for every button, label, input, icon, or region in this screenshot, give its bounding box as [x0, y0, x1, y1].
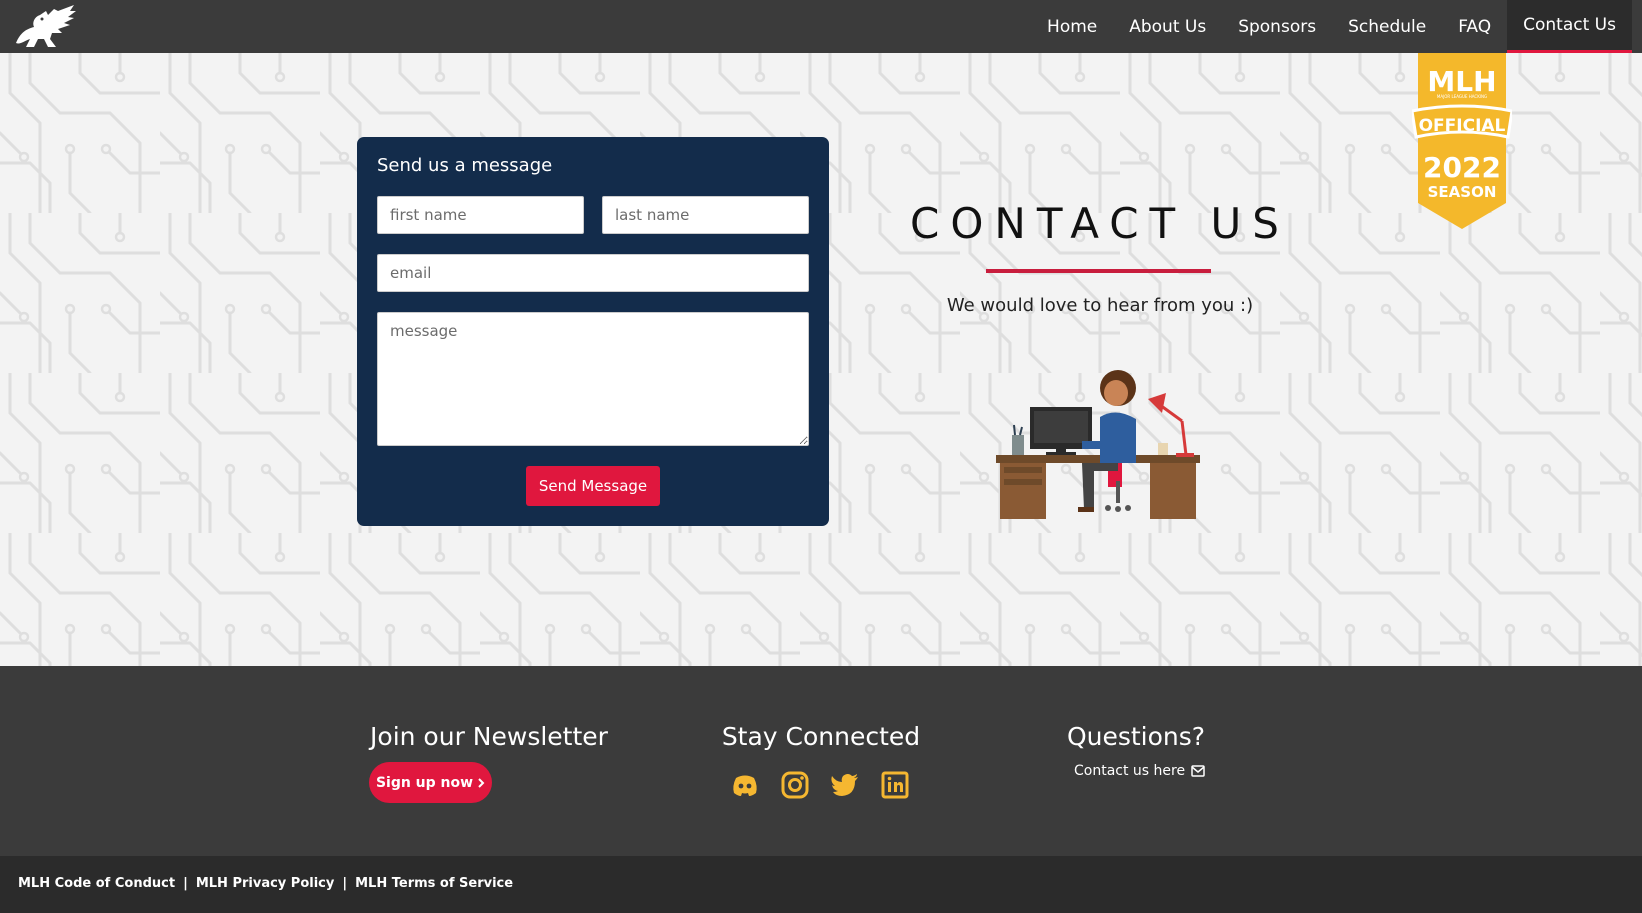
message-textarea[interactable] — [377, 312, 809, 446]
envelope-icon — [1191, 765, 1205, 777]
badge-tagline: MAJOR LEAGUE HACKING — [1437, 94, 1487, 99]
nav-sponsors[interactable]: Sponsors — [1222, 0, 1332, 53]
badge-season: SEASON — [1428, 183, 1497, 201]
badge-ribbon: OFFICIAL — [1419, 116, 1506, 136]
instagram-icon[interactable] — [780, 770, 810, 800]
nav-home[interactable]: Home — [1031, 0, 1113, 53]
message-form: Send us a message Send Message — [357, 137, 829, 526]
terms-of-service-link[interactable]: MLH Terms of Service — [355, 876, 513, 891]
top-navbar: Home About Us Sponsors Schedule FAQ Cont… — [0, 0, 1642, 53]
send-message-button[interactable]: Send Message — [526, 466, 660, 506]
badge-year: 2022 — [1423, 151, 1501, 184]
person-at-desk-illustration — [996, 370, 1200, 519]
page-title: CONTACT US — [910, 199, 1290, 248]
last-name-input[interactable] — [602, 196, 809, 234]
stay-connected-column: Stay Connected — [700, 722, 942, 751]
social-links — [730, 770, 910, 800]
contact-section: Send us a message Send Message CONTACT U… — [0, 53, 1642, 666]
email-input[interactable] — [377, 254, 809, 292]
questions-column: Questions? — [1046, 722, 1226, 751]
legal-separator: | — [342, 876, 348, 891]
griffin-logo-icon[interactable] — [12, 3, 76, 49]
mlh-official-badge[interactable]: MLH MAJOR LEAGUE HACKING OFFICIAL 2022 S… — [1412, 53, 1512, 229]
nav-schedule[interactable]: Schedule — [1332, 0, 1442, 53]
questions-heading: Questions? — [1066, 722, 1206, 751]
newsletter-column: Join our Newsletter — [369, 722, 609, 751]
sign-up-button[interactable]: Sign up now — [369, 762, 492, 803]
twitter-icon[interactable] — [830, 770, 860, 800]
discord-icon[interactable] — [730, 770, 760, 800]
chevron-right-icon — [478, 777, 485, 788]
title-underline — [986, 269, 1211, 273]
stay-connected-heading: Stay Connected — [721, 722, 921, 751]
nav-faq[interactable]: FAQ — [1442, 0, 1507, 53]
first-name-input[interactable] — [377, 196, 584, 234]
code-of-conduct-link[interactable]: MLH Code of Conduct — [18, 876, 175, 891]
contact-us-here-link[interactable]: Contact us here — [1074, 763, 1205, 779]
privacy-policy-link[interactable]: MLH Privacy Policy — [196, 876, 335, 891]
legal-separator: | — [183, 876, 188, 891]
legal-bar: MLH Code of Conduct | MLH Privacy Policy… — [0, 856, 1642, 913]
contact-us-here-label: Contact us here — [1074, 763, 1186, 779]
nav-about-us[interactable]: About Us — [1113, 0, 1222, 53]
linkedin-icon[interactable] — [880, 770, 910, 800]
form-title: Send us a message — [377, 155, 553, 176]
page-subtitle: We would love to hear from you :) — [946, 295, 1254, 316]
footer: Join our Newsletter Sign up now Stay Con… — [0, 666, 1642, 856]
nav-contact-us[interactable]: Contact Us — [1507, 0, 1632, 53]
newsletter-heading: Join our Newsletter — [370, 722, 608, 751]
sign-up-label: Sign up now — [375, 774, 474, 791]
